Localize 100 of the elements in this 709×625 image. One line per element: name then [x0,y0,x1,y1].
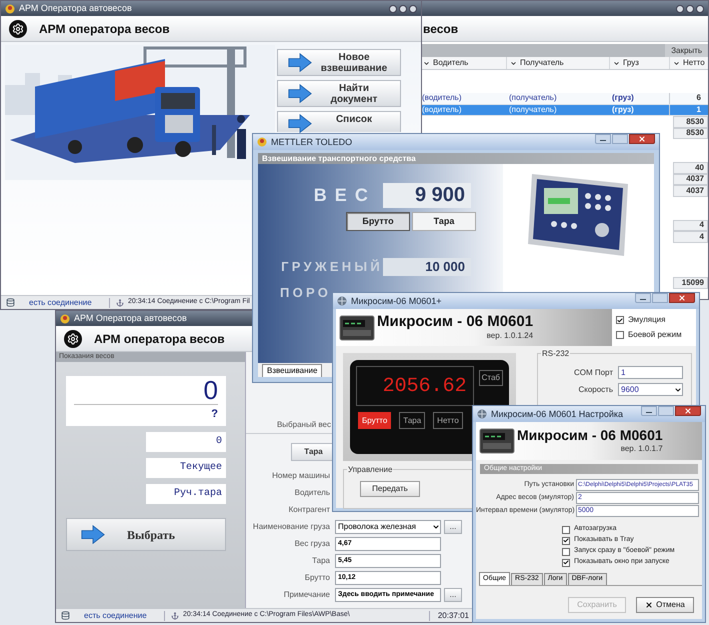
app-heading: АРМ оператора весов [39,20,170,38]
status-time: 20:37:01 [436,610,470,622]
browse-button[interactable]: ... [444,520,462,534]
column-header[interactable]: Водитель [433,57,468,69]
close-button[interactable] [669,293,695,303]
close-icon [638,135,646,143]
minimize-button[interactable] [635,293,651,303]
sort-icon[interactable] [510,60,517,66]
scale-terminal-icon [339,314,375,340]
minimize-button[interactable] [389,4,397,12]
close-button[interactable] [629,134,655,144]
section-title: Взвешивание транспортного средства [258,153,654,164]
table-cell: (получатель) [509,92,557,104]
table-row[interactable]: 15099 [673,277,708,288]
group-title: Управление [347,464,394,476]
sort-icon[interactable] [673,60,680,66]
mode-button[interactable]: Брутто [346,212,410,231]
maximize-button[interactable] [686,4,694,12]
mode-indicator: Тара [399,412,426,429]
table-cell: 8530 [686,116,704,128]
close-button[interactable] [409,4,417,12]
table-row[interactable]: 8530 [673,128,708,139]
table-row[interactable]: (водитель) (получатель) (груз) 6 [419,93,708,104]
globe-icon [477,409,487,419]
select-button[interactable]: Выбрать [66,518,226,551]
empty-label: ПОРО [280,284,332,302]
table-row[interactable]: 4037 [673,174,708,185]
window-title: Микросим-06 M0601+ [351,296,442,306]
app-icon [60,314,70,324]
browse-button[interactable]: ... [444,588,462,602]
close-button[interactable] [696,4,704,12]
table-row[interactable]: 4037 [673,185,708,196]
table-row[interactable]: 4 [673,231,708,242]
product-name: Микросим - 06 M0601 [377,313,534,330]
checkbox[interactable] [562,558,570,566]
field-label: Тара [311,554,331,566]
display-field: 0 [146,432,226,452]
dropdown-icon [674,386,682,394]
table-cell: 40 [695,162,704,174]
anchor-icon [116,298,124,306]
window-title: Микросим-06 M0601 Настройка [491,410,624,418]
stability-indicator: ? [210,407,218,422]
display-field: Текущее [146,458,226,478]
input-field[interactable]: 1 [618,366,683,379]
column-header[interactable]: Нетто [683,57,705,69]
window-title: АРМ Оператора автовесов [19,4,132,13]
mode-indicator: Нетто [433,412,463,429]
table-cell: 4037 [686,173,704,186]
checkbox[interactable] [562,536,570,544]
close-icon [684,407,692,415]
field-label: Скорость [577,384,613,396]
anchor-icon [171,612,179,620]
arrow-icon [81,524,105,544]
field-label: Номер машины [271,470,331,482]
checkbox[interactable] [562,526,570,534]
field-label: Наименование груза [252,520,331,532]
display-field: Руч.тара [146,484,226,504]
app-heading: АРМ оператора весов [94,330,225,348]
send-button[interactable]: Передать [360,481,420,497]
table-cell: 4 [700,230,704,243]
field-label: Выбраный вес [276,418,331,430]
app-heading: весов [423,20,458,38]
arrow-icon [288,52,312,72]
cancel-button[interactable]: Отмена [636,597,694,613]
minimize-button[interactable] [595,134,611,144]
weight-readout: 2056.62 [356,366,474,406]
close-button[interactable]: Закрыть [665,44,708,57]
action-button[interactable]: Найти документ [277,80,401,107]
field-label: Вес груза [294,538,331,550]
checkbox[interactable] [616,331,624,339]
table-row[interactable]: 8530 [673,116,708,128]
checkbox[interactable] [616,316,624,324]
column-header[interactable]: Груз [623,57,639,69]
table-cell: (получатель) [509,104,557,116]
version-label: вер. 1.0.1.7 [620,443,663,455]
close-button[interactable] [675,406,701,416]
weight-value: 0 [202,376,218,404]
stable-indicator: Стаб [478,370,503,386]
sort-icon[interactable] [613,60,620,66]
table-row[interactable]: 40 [673,162,708,174]
arrow-icon [288,84,312,104]
table-row[interactable]: 4 [673,220,708,231]
field-label: Контрагент [288,504,331,516]
dropdown-field[interactable]: Проволока железная [335,520,441,534]
minimize-button[interactable] [641,406,657,416]
table-cell: (водитель) [422,92,462,104]
column-header[interactable]: Получатель [520,57,564,69]
sort-icon[interactable] [423,60,430,66]
action-button[interactable]: Новое взвешивание [277,49,401,76]
dropdown-field[interactable]: 9600 [618,383,683,396]
mode-button[interactable]: Тара [412,212,476,231]
minimize-button[interactable] [676,4,684,12]
maximize-button[interactable] [399,4,407,12]
action-button[interactable]: Список [277,111,401,132]
app-icon [257,137,267,147]
field-label: COM Порт [572,366,613,378]
tab[interactable]: Взвешивание [262,364,322,377]
settings-icon[interactable] [9,20,27,38]
settings-icon[interactable] [64,330,82,348]
checkbox[interactable] [562,548,570,556]
